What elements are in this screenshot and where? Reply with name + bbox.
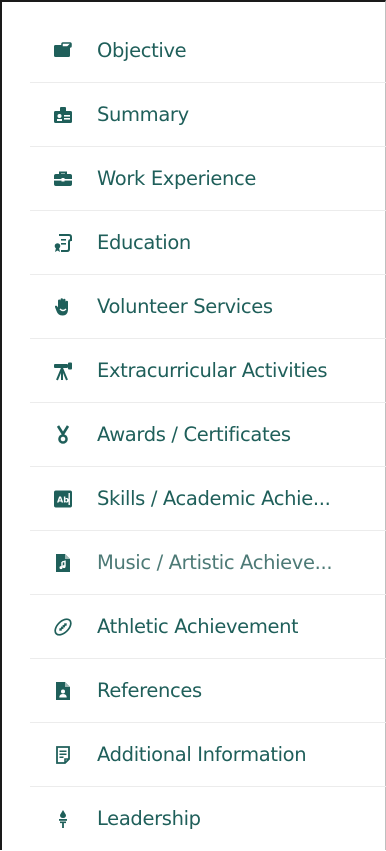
- menu-item-label: Work Experience: [97, 169, 257, 189]
- menu-item-music-artistic-achievement[interactable]: Music / Artistic Achieve...: [2, 531, 386, 595]
- menu-item-additional-information[interactable]: Additional Information: [2, 723, 386, 787]
- menu-item-education[interactable]: Education: [2, 211, 386, 275]
- person-file-icon: [52, 680, 74, 702]
- music-file-icon: [52, 552, 74, 574]
- menu-item-label: Education: [97, 233, 191, 253]
- note-pad-icon: [52, 744, 74, 766]
- football-icon: [52, 616, 74, 638]
- contact-badge-icon: [52, 104, 74, 126]
- sidebar-panel: Objective Summary Work Experience Educat…: [0, 0, 386, 850]
- raised-hand-icon: [52, 296, 74, 318]
- menu-item-label: Awards / Certificates: [97, 425, 291, 445]
- menu-item-extracurricular-activities[interactable]: Extracurricular Activities: [2, 339, 386, 403]
- menu-item-skills-academic-achievement[interactable]: Ab Skills / Academic Achie...: [2, 467, 386, 531]
- menu-item-references[interactable]: References: [2, 659, 386, 723]
- id-card-icon: [52, 40, 74, 62]
- menu-item-athletic-achievement[interactable]: Athletic Achievement: [2, 595, 386, 659]
- medal-icon: [52, 424, 74, 446]
- menu-item-volunteer-services[interactable]: Volunteer Services: [2, 275, 386, 339]
- menu-item-label: Music / Artistic Achieve...: [97, 553, 333, 573]
- menu-item-label: Extracurricular Activities: [97, 361, 328, 381]
- telescope-icon: [52, 360, 74, 382]
- menu-item-label: Athletic Achievement: [97, 617, 299, 637]
- menu-item-label: Skills / Academic Achie...: [97, 489, 331, 509]
- svg-text:Ab: Ab: [57, 495, 69, 504]
- menu-item-objective[interactable]: Objective: [2, 19, 386, 83]
- menu-item-label: Volunteer Services: [97, 297, 273, 317]
- menu-item-label: Summary: [97, 105, 189, 125]
- menu-item-summary[interactable]: Summary: [2, 83, 386, 147]
- menu-item-leadership[interactable]: Leadership: [2, 787, 386, 851]
- menu-item-awards-certificates[interactable]: Awards / Certificates: [2, 403, 386, 467]
- menu-item-work-experience[interactable]: Work Experience: [2, 147, 386, 211]
- menu-item-label: Leadership: [97, 809, 201, 829]
- resume-section-menu: Objective Summary Work Experience Educat…: [2, 19, 386, 851]
- menu-item-label: References: [97, 681, 202, 701]
- menu-item-label: Objective: [97, 41, 187, 61]
- menu-item-label: Additional Information: [97, 745, 307, 765]
- briefcase-icon: [52, 168, 74, 190]
- leader-pin-icon: [52, 808, 74, 830]
- ab-badge-icon: Ab: [52, 488, 74, 510]
- diploma-icon: [52, 232, 74, 254]
